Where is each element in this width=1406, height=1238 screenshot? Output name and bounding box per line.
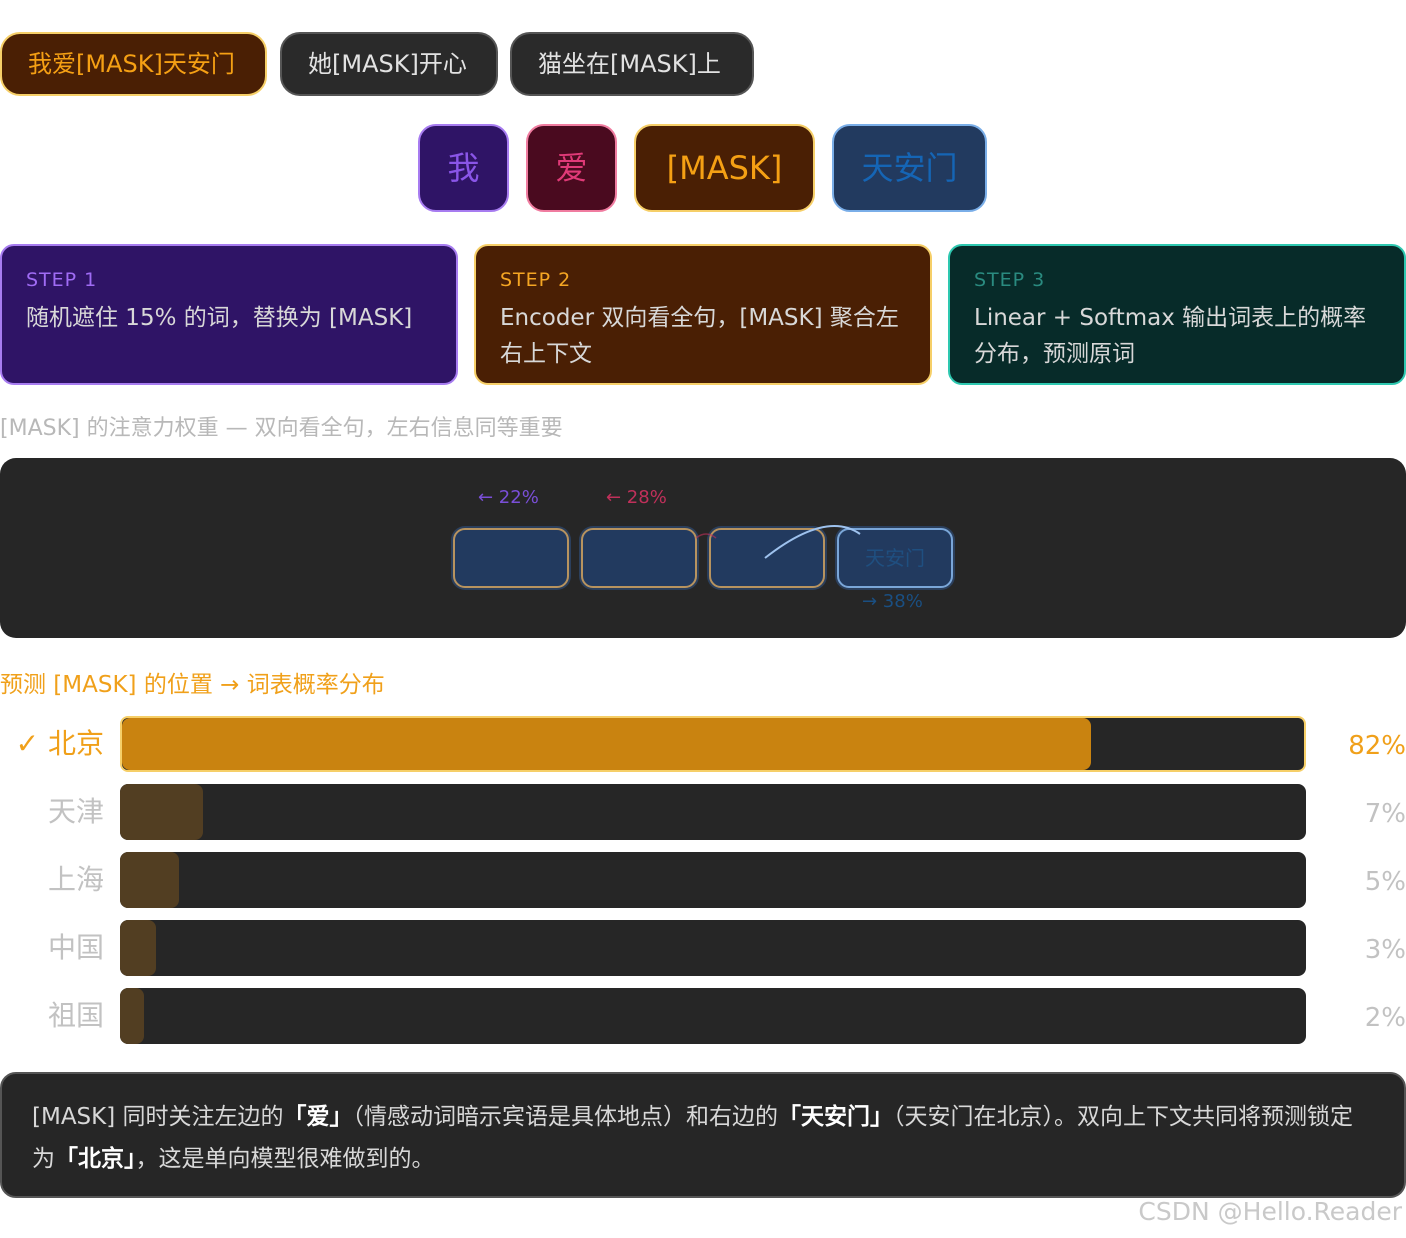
explanation-note: [MASK] 同时关注左边的「爱」（情感动词暗示宾语是具体地点）和右边的「天安门… bbox=[0, 1072, 1406, 1198]
step-number: STEP 1 bbox=[26, 269, 98, 291]
candidate-percentage: 82% bbox=[1348, 731, 1406, 761]
candidate-bar-track bbox=[120, 852, 1306, 908]
step-card-2: STEP 2 Encoder 双向看全句，[MASK] 聚合左右上下文 bbox=[474, 244, 932, 385]
prediction-caption: 预测 [MASK] 的位置 → 词表概率分布 bbox=[0, 672, 385, 698]
example-button-2[interactable]: 她[MASK]开心 bbox=[280, 32, 498, 96]
note-highlight: 「北京」 bbox=[55, 1146, 136, 1172]
candidate-label: ✓ 北京 bbox=[15, 727, 104, 760]
example-button-label: 猫坐在[MASK]上 bbox=[538, 50, 721, 78]
step-description: Encoder 双向看全句，[MASK] 聚合左右上下文 bbox=[500, 305, 899, 367]
token-tiananmen: 天安门 bbox=[832, 124, 987, 212]
note-highlight: 「爱」 bbox=[283, 1104, 353, 1130]
candidate-bar-track bbox=[120, 784, 1306, 840]
candidate-label: 上海 bbox=[47, 863, 104, 896]
candidate-bar-track bbox=[120, 988, 1306, 1044]
note-highlight: 「天安门」 bbox=[778, 1104, 894, 1130]
step-number: STEP 2 bbox=[500, 269, 572, 291]
note-text: ，这是单向模型很难做到的。 bbox=[135, 1146, 435, 1172]
candidate-bar-fill bbox=[122, 718, 1092, 770]
example-button-label: 她[MASK]开心 bbox=[308, 50, 467, 78]
step-number: STEP 3 bbox=[974, 269, 1046, 291]
candidate-label: 天津 bbox=[47, 795, 104, 828]
attention-arcs bbox=[695, 525, 861, 559]
example-button-1[interactable]: 我爱[MASK]天安门 bbox=[0, 32, 267, 96]
candidate-percentage: 2% bbox=[1364, 1003, 1406, 1033]
candidate-percentage: 7% bbox=[1364, 799, 1406, 829]
candidate-bar-fill bbox=[120, 988, 144, 1044]
note-text: [MASK] 同时关注左边的 bbox=[32, 1104, 284, 1130]
attention-weight-right: → 38% bbox=[862, 591, 923, 612]
candidate-label: 中国 bbox=[47, 931, 104, 964]
attention-caption: [MASK] 的注意力权重 — 双向看全句，左右信息同等重要 bbox=[0, 416, 563, 441]
attention-arc-right bbox=[764, 525, 861, 559]
candidate-bar-fill bbox=[120, 852, 180, 908]
token-mask: [MASK] bbox=[634, 124, 815, 212]
candidate-percentage: 3% bbox=[1364, 935, 1406, 965]
step-card-3: STEP 3 Linear + Softmax 输出词表上的概率分布，预测原词 bbox=[948, 244, 1406, 385]
token-wo: 我 bbox=[418, 124, 509, 212]
attention-arc-mid bbox=[695, 533, 717, 539]
candidate-bar-fill bbox=[120, 784, 204, 840]
token-ai: 爱 bbox=[526, 124, 617, 212]
step-card-1: STEP 1 随机遮住 15% 的词，替换为 [MASK] bbox=[0, 244, 458, 385]
attention-panel: ← 22% ← 28% 天安门 → 38% bbox=[0, 458, 1406, 638]
candidate-bar-fill bbox=[120, 920, 156, 976]
example-button-label: 我爱[MASK]天安门 bbox=[28, 50, 235, 78]
candidate-percentage: 5% bbox=[1364, 867, 1406, 897]
example-button-3[interactable]: 猫坐在[MASK]上 bbox=[510, 32, 754, 96]
note-text: （情感动词暗示宾语是具体地点）和右边的 bbox=[352, 1104, 779, 1130]
step-description: 随机遮住 15% 的词，替换为 [MASK] bbox=[26, 305, 413, 331]
step-description: Linear + Softmax 输出词表上的概率分布，预测原词 bbox=[974, 305, 1367, 367]
candidate-bar-track bbox=[120, 920, 1306, 976]
candidate-label: 祖国 bbox=[47, 999, 104, 1032]
watermark: CSDN @Hello.Reader bbox=[1138, 1197, 1402, 1226]
candidate-bar-track bbox=[120, 716, 1306, 772]
